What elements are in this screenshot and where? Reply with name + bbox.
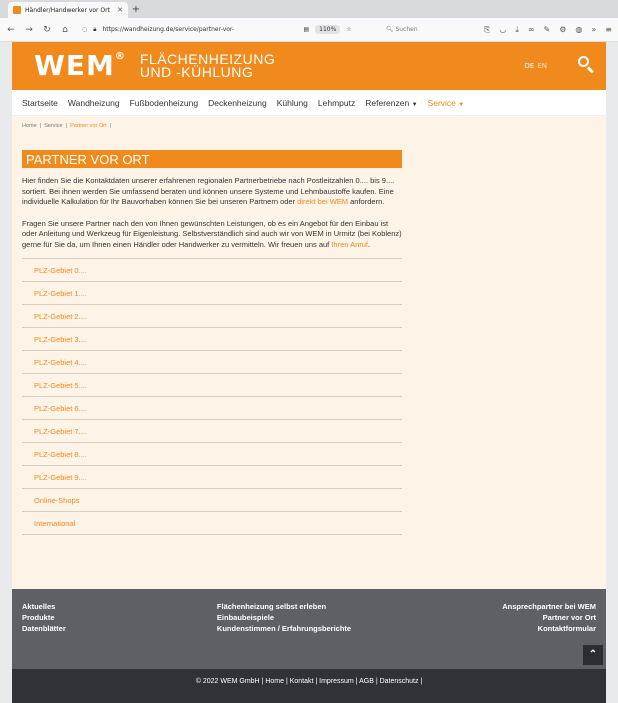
chevron-down-icon: ▼: [411, 101, 418, 108]
main-nav: Startseite Wandheizung Fußbodenheizung D…: [12, 90, 606, 116]
footer-link-ansprechpartner[interactable]: Ansprechpartner bei WEM: [502, 601, 596, 612]
web-page: WEM® FLÄCHENHEIZUNG UND -KÜHLUNG DE EN St…: [12, 42, 606, 703]
region-item-plz-5[interactable]: PLZ-Gebiet 5....: [22, 374, 402, 397]
ihren-anruf-link[interactable]: Ihren Anruf: [331, 240, 368, 249]
new-tab-button[interactable]: +: [128, 2, 144, 18]
brand-line-2: UND -KÜHLUNG: [139, 64, 254, 80]
browser-toolbar: ⎘ ◡ ⤓ ∞ ✎ ⚙ ◍ » ≡: [484, 25, 612, 35]
nav-item-startseite[interactable]: Startseite: [22, 98, 58, 108]
nav-item-wandheizung[interactable]: Wandheizung: [68, 98, 120, 108]
footer-link-produkte[interactable]: Produkte: [22, 612, 66, 623]
footer-col-2: Flächenheizung selbst erleben Einbaubeis…: [217, 601, 351, 669]
contact-paragraph: Fragen Sie unsere Partner nach den von I…: [22, 219, 402, 251]
main-content: Home | Service | Partner vor Ort | PARTN…: [12, 116, 606, 589]
chevron-up-icon: ⌃: [588, 649, 598, 660]
back-icon[interactable]: ←: [6, 25, 16, 35]
browser-search-input[interactable]: 🔍︎ Suchen: [386, 26, 476, 33]
footer-link-selbst-erleben[interactable]: Flächenheizung selbst erleben: [217, 601, 351, 612]
region-item-plz-0[interactable]: PLZ-Gebiet 0....: [22, 259, 402, 282]
shield-icon[interactable]: ◌: [82, 26, 87, 33]
copyright-bar: © 2022 WEM GmbH | Home | Kontakt | Impre…: [12, 669, 606, 703]
region-item-plz-4[interactable]: PLZ-Gebiet 4....: [22, 351, 402, 374]
footer-link-kundenstimmen[interactable]: Kundenstimmen / Erfahrungsberichte: [217, 623, 351, 634]
url-bar[interactable]: ◌ 🔒︎ https://wandheizung.de/service/part…: [78, 22, 378, 38]
home-icon[interactable]: ⌂: [60, 25, 70, 35]
lang-de[interactable]: DE: [525, 62, 535, 70]
nav-item-referenzen[interactable]: Referenzen ▼: [365, 98, 417, 108]
pen-icon[interactable]: ✎: [544, 25, 551, 35]
zoom-level[interactable]: 110%: [315, 25, 341, 34]
intro-text-end: anfordern.: [348, 197, 385, 206]
chevron-down-icon: ▼: [458, 101, 465, 108]
library-icon[interactable]: ⎘: [484, 25, 490, 35]
site-footer: Aktuelles Produkte Datenblätter Flächenh…: [12, 589, 606, 669]
region-item-plz-7[interactable]: PLZ-Gebiet 7....: [22, 420, 402, 443]
footer-col-3: Ansprechpartner bei WEM Partner vor Ort …: [502, 601, 596, 669]
nav-item-lehmputz[interactable]: Lehmputz: [318, 98, 355, 108]
language-switch: DE EN: [525, 62, 551, 70]
tab-title: Händler/Handwerker vor Ort: [25, 6, 110, 14]
nav-item-kuehlung[interactable]: Kühlung: [277, 98, 308, 108]
footer-link-einbaubeispiele[interactable]: Einbaubeispiele: [217, 612, 351, 623]
breadcrumb: Home | Service | Partner vor Ort |: [22, 123, 111, 129]
site-header: WEM® FLÄCHENHEIZUNG UND -KÜHLUNG DE EN: [12, 42, 606, 90]
settings-icon[interactable]: ⚙: [559, 25, 566, 35]
footer-col-1: Aktuelles Produkte Datenblätter: [22, 601, 66, 669]
extension-icon[interactable]: ∞: [528, 25, 535, 35]
favicon-icon: [13, 6, 21, 14]
breadcrumb-home[interactable]: Home: [22, 123, 37, 129]
nav-referenzen-label: Referenzen: [365, 97, 410, 108]
close-tab-icon[interactable]: ✕: [117, 6, 123, 14]
lang-en[interactable]: EN: [537, 62, 547, 70]
region-item-online-shops[interactable]: Online-Shops: [22, 489, 402, 512]
breadcrumb-current: Partner vor Ort: [70, 123, 107, 129]
region-item-plz-9[interactable]: PLZ-Gebiet 9....: [22, 466, 402, 489]
account-icon[interactable]: ◍: [575, 25, 582, 35]
direkt-bei-wem-link[interactable]: direkt bei WEM: [297, 197, 348, 206]
nav-item-service[interactable]: Service ▼: [428, 98, 465, 108]
region-item-plz-2[interactable]: PLZ-Gebiet 2....: [22, 305, 402, 328]
footer-link-datenblaetter[interactable]: Datenblätter: [22, 623, 66, 634]
menu-icon[interactable]: ≡: [605, 25, 612, 35]
region-list: PLZ-Gebiet 0.... PLZ-Gebiet 1.... PLZ-Ge…: [22, 258, 402, 535]
region-item-plz-3[interactable]: PLZ-Gebiet 3....: [22, 328, 402, 351]
region-item-plz-6[interactable]: PLZ-Gebiet 6....: [22, 397, 402, 420]
logo-registered-mark: ®: [114, 51, 126, 62]
nav-item-deckenheizung[interactable]: Deckenheizung: [208, 98, 267, 108]
footer-link-aktuelles[interactable]: Aktuelles: [22, 601, 66, 612]
footer-link-kontaktformular[interactable]: Kontaktformular: [502, 623, 596, 634]
logo-text: WEM: [34, 49, 115, 82]
back-to-top-button[interactable]: ⌃: [583, 645, 603, 665]
intro-paragraph: Hier finden Sie die Kontaktdaten unserer…: [22, 176, 402, 208]
browser-navbar: ← → ↻ ⌂ ◌ 🔒︎ https://wandheizung.de/serv…: [0, 18, 618, 42]
reload-icon[interactable]: ↻: [42, 25, 52, 35]
nav-item-fussbodenheizung[interactable]: Fußbodenheizung: [130, 98, 199, 108]
pocket-icon[interactable]: ◡: [499, 25, 506, 35]
wem-logo[interactable]: WEM®: [34, 52, 126, 80]
search-icon[interactable]: [576, 54, 596, 74]
url-text[interactable]: https://wandheizung.de/service/partner-v…: [102, 26, 297, 33]
breadcrumb-service[interactable]: Service: [44, 123, 62, 129]
reader-view-icon[interactable]: ▤: [303, 26, 309, 33]
footer-link-partner-vor-ort[interactable]: Partner vor Ort: [502, 612, 596, 623]
region-item-plz-1[interactable]: PLZ-Gebiet 1....: [22, 282, 402, 305]
contact-text-end: .: [368, 239, 371, 249]
region-item-international[interactable]: International: [22, 512, 402, 535]
browser-tab[interactable]: Händler/Handwerker vor Ort ✕: [8, 2, 128, 18]
download-icon[interactable]: ⤓: [515, 25, 519, 35]
forward-icon[interactable]: →: [24, 25, 34, 35]
nav-service-label: Service: [427, 97, 456, 108]
bookmark-star-icon[interactable]: ☆: [346, 26, 351, 33]
region-item-plz-8[interactable]: PLZ-Gebiet 8....: [22, 443, 402, 466]
page-title: PARTNER VOR ORT: [22, 150, 402, 168]
lock-icon[interactable]: 🔒︎: [93, 26, 96, 34]
search-placeholder: Suchen: [395, 26, 418, 33]
brand-tagline: FLÄCHENHEIZUNG UND -KÜHLUNG: [139, 52, 275, 80]
browser-tabbar: Händler/Handwerker vor Ort ✕ +: [0, 0, 618, 18]
overflow-icon[interactable]: »: [591, 25, 596, 35]
